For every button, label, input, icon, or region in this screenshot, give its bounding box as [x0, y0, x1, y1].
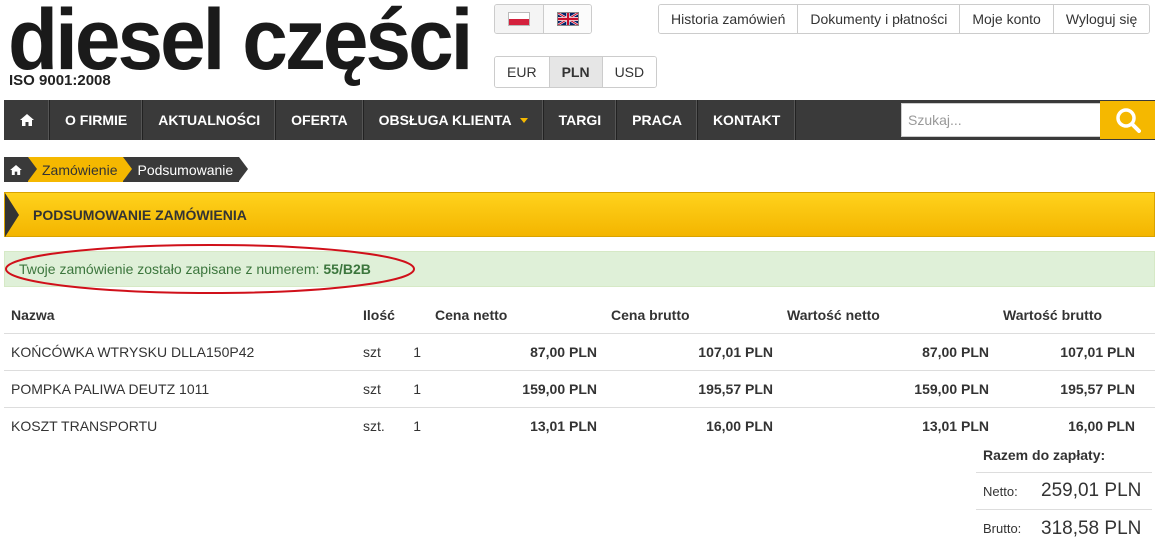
- totals-title: Razem do zapłaty:: [976, 438, 1152, 473]
- logo-wordmark: diesel części: [8, 0, 473, 89]
- column-header-value-gross: Wartość brutto: [996, 297, 1155, 334]
- documents-payments-link[interactable]: Dokumenty i płatności: [797, 5, 960, 33]
- item-quantity: 1: [392, 333, 428, 371]
- breadcrumb-separator: [28, 157, 37, 181]
- nav-offer[interactable]: OFERTA: [276, 100, 364, 140]
- title-notch-decoration: [5, 193, 19, 237]
- item-quantity: 1: [392, 370, 428, 408]
- language-switcher: [494, 4, 592, 34]
- item-price-net: 13,01 PLN: [530, 417, 597, 434]
- breadcrumb-separator: [123, 157, 133, 181]
- my-account-link[interactable]: Moje konto: [959, 5, 1053, 33]
- column-header-name: Nazwa: [4, 297, 356, 334]
- totals-net-value: 259,01 PLN: [1041, 480, 1142, 501]
- item-price-gross: 107,01 PLN: [604, 333, 780, 371]
- item-value-net: 13,01 PLN: [922, 417, 989, 434]
- item-value-gross: 107,01 PLN: [996, 333, 1155, 371]
- item-price-net: 159,00 PLN: [428, 370, 604, 408]
- search-input[interactable]: Szukaj...: [901, 103, 1115, 137]
- breadcrumb-order[interactable]: Zamówienie: [28, 157, 133, 182]
- totals-gross-row: Brutto: 318,58 PLN: [976, 510, 1152, 542]
- item-name: POMPKA PALIWA DEUTZ 1011: [4, 370, 356, 408]
- order-success-alert: Twoje zamówienie zostało zapisane z nume…: [4, 251, 1155, 287]
- language-polish-button[interactable]: [495, 5, 543, 33]
- breadcrumb-home[interactable]: [4, 157, 37, 182]
- page-title-bar: PODSUMOWANIE ZAMÓWIENIA: [4, 192, 1155, 237]
- site-logo[interactable]: diesel części ISO 9001:2008: [8, 0, 473, 90]
- breadcrumb-summary: Podsumowanie: [123, 157, 249, 182]
- item-price-gross: 16,00 PLN: [706, 417, 773, 434]
- totals-gross-value: 318,58 PLN: [1041, 517, 1142, 539]
- nav-home[interactable]: [4, 100, 50, 140]
- search-button[interactable]: [1100, 101, 1155, 139]
- item-quantity: 1: [413, 417, 421, 434]
- home-icon: [10, 164, 22, 175]
- item-price-gross: 195,57 PLN: [604, 370, 780, 408]
- table-row: KOŃCÓWKA WTRYSKU DLLA150P42 szt 1 87,00 …: [4, 333, 1155, 371]
- nav-about[interactable]: O FIRMIE: [50, 100, 144, 140]
- uk-flag-icon: [556, 12, 579, 26]
- currency-eur-button[interactable]: EUR: [495, 57, 549, 87]
- nav-customer-service[interactable]: OBSŁUGA KLIENTA: [364, 100, 544, 140]
- nav-fairs[interactable]: TARGI: [544, 100, 618, 140]
- iso-certification: ISO 9001:2008: [9, 72, 111, 89]
- home-icon: [19, 114, 34, 126]
- order-history-link[interactable]: Historia zamówień: [659, 5, 798, 33]
- user-navigation: Historia zamówień Dokumenty i płatności …: [658, 4, 1151, 34]
- item-value-gross: 195,57 PLN: [996, 370, 1155, 408]
- order-totals: Razem do zapłaty: Netto: 259,01 PLN Brut…: [976, 438, 1152, 542]
- item-unit: szt: [356, 333, 392, 371]
- table-row: POMPKA PALIWA DEUTZ 1011 szt 1 159,00 PL…: [4, 370, 1155, 408]
- order-number: 55/B2B: [323, 261, 371, 277]
- nav-jobs[interactable]: PRACA: [617, 100, 698, 140]
- breadcrumb: Zamówienie Podsumowanie: [4, 157, 249, 182]
- logout-link[interactable]: Wyloguj się: [1052, 5, 1150, 33]
- column-header-price-gross: Cena brutto: [604, 297, 780, 334]
- breadcrumb-separator: [239, 157, 249, 181]
- item-name: KOŃCÓWKA WTRYSKU DLLA150P42: [4, 333, 356, 371]
- nav-customer-service-label: OBSŁUGA KLIENTA: [378, 112, 512, 128]
- item-price-net: 87,00 PLN: [428, 333, 604, 371]
- alert-text: Twoje zamówienie zostało zapisane z nume…: [19, 261, 320, 277]
- language-english-button[interactable]: [543, 5, 591, 33]
- item-unit: szt.: [363, 417, 385, 434]
- item-unit: szt: [356, 370, 392, 408]
- page-title: PODSUMOWANIE ZAMÓWIENIA: [33, 206, 247, 223]
- totals-net-label: Netto:: [983, 483, 1018, 499]
- totals-gross-label: Brutto:: [983, 521, 1022, 536]
- breadcrumb-summary-label: Podsumowanie: [137, 161, 234, 178]
- table-header-row: Nazwa Ilość Cena netto Cena brutto Warto…: [4, 297, 1155, 334]
- nav-contact[interactable]: KONTAKT: [698, 100, 797, 140]
- column-header-quantity: Ilość: [356, 297, 428, 334]
- item-name: KOSZT TRANSPORTU: [11, 417, 158, 434]
- currency-switcher: EUR PLN USD: [494, 56, 658, 88]
- polish-flag-icon: [508, 12, 530, 26]
- currency-usd-button[interactable]: USD: [601, 57, 657, 87]
- column-header-value-net: Wartość netto: [780, 297, 996, 334]
- order-items-table: Nazwa Ilość Cena netto Cena brutto Warto…: [4, 297, 1155, 444]
- item-value-net: 87,00 PLN: [780, 333, 996, 371]
- totals-net-row: Netto: 259,01 PLN: [976, 473, 1152, 510]
- search-icon: [1115, 108, 1141, 133]
- item-value-net: 159,00 PLN: [780, 370, 996, 408]
- main-navigation: O FIRMIE AKTUALNOŚCI OFERTA OBSŁUGA KLIE…: [4, 100, 1155, 140]
- breadcrumb-order-label: Zamówienie: [42, 161, 118, 178]
- column-header-price-net: Cena netto: [428, 297, 604, 334]
- currency-pln-button[interactable]: PLN: [548, 57, 602, 87]
- caret-down-icon: [519, 117, 528, 123]
- nav-news[interactable]: AKTUALNOŚCI: [143, 100, 277, 140]
